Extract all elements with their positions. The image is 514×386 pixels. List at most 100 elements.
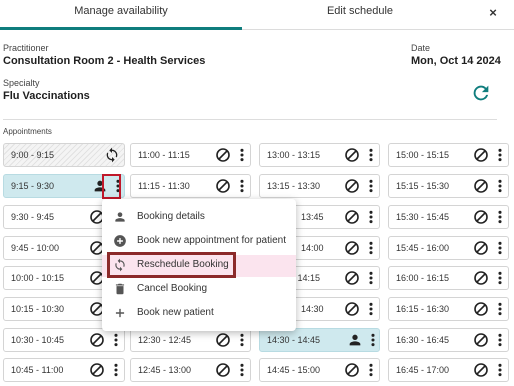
more-options-icon[interactable] — [492, 178, 508, 194]
block-slot-icon[interactable] — [215, 332, 231, 348]
time-slot[interactable]: 11:00 - 11:15 — [130, 143, 251, 167]
more-options-icon[interactable] — [492, 332, 508, 348]
time-slot[interactable]: 10:30 - 10:45 — [3, 328, 125, 352]
slot-time-label: 9:45 - 10:00 — [11, 243, 60, 253]
time-slot[interactable]: 12:45 - 13:00 — [130, 358, 251, 382]
slot-time-label: 14:00 — [301, 243, 324, 253]
time-slot[interactable]: 15:00 - 15:15 — [388, 143, 509, 167]
time-slot[interactable]: 16:30 - 16:45 — [388, 328, 509, 352]
more-options-icon[interactable] — [492, 209, 508, 225]
more-options-icon[interactable] — [363, 178, 379, 194]
block-slot-icon[interactable] — [344, 240, 360, 256]
menu-label-booking-details: Booking details — [137, 211, 205, 222]
close-button[interactable]: × — [482, 3, 504, 23]
slot-time-label: 14:45 - 15:00 — [267, 365, 321, 375]
practitioner-value: Consultation Room 2 - Health Services — [3, 55, 206, 67]
time-slot[interactable]: 9:00 - 9:15 — [3, 143, 125, 167]
time-slot[interactable]: 10:45 - 11:00 — [3, 358, 125, 382]
more-options-icon[interactable] — [234, 362, 250, 378]
slot-time-label: 9:00 - 9:15 — [11, 150, 55, 160]
time-slot[interactable]: 16:15 - 16:30 — [388, 297, 509, 321]
block-slot-icon[interactable] — [473, 209, 489, 225]
reschedule-slot-icon[interactable] — [104, 147, 120, 163]
time-slot[interactable]: 11:15 - 11:30 — [130, 174, 251, 198]
block-slot-icon[interactable] — [473, 147, 489, 163]
slot-time-label: 9:15 - 9:30 — [11, 181, 55, 191]
more-options-icon[interactable] — [492, 362, 508, 378]
section-divider — [3, 119, 497, 120]
menu-item-book-new-appointment[interactable]: Book new appointment for patient — [102, 231, 296, 253]
more-options-icon[interactable] — [108, 362, 124, 378]
slot-time-label: 12:30 - 12:45 — [138, 335, 192, 345]
more-options-icon[interactable] — [234, 147, 250, 163]
time-slot[interactable]: 14:45 - 15:00 — [259, 358, 380, 382]
annotation-highlight-reschedule — [107, 252, 236, 278]
slot-time-label: 10:45 - 11:00 — [11, 365, 64, 375]
menu-item-cancel-booking[interactable]: Cancel Booking — [102, 279, 296, 301]
more-options-icon[interactable] — [492, 270, 508, 286]
specialty-label: Specialty — [3, 78, 40, 88]
time-slot[interactable]: 13:15 - 13:30 — [259, 174, 380, 198]
slot-time-label: 10:00 - 10:15 — [11, 273, 65, 283]
time-slot[interactable]: 15:30 - 15:45 — [388, 205, 509, 229]
block-slot-icon[interactable] — [344, 178, 360, 194]
block-slot-icon[interactable] — [215, 178, 231, 194]
time-slot[interactable]: 16:00 - 16:15 — [388, 266, 509, 290]
more-options-icon[interactable] — [365, 332, 381, 348]
time-slot[interactable]: 12:30 - 12:45 — [130, 328, 251, 352]
slot-time-label: 11:00 - 11:15 — [138, 150, 190, 160]
time-slot[interactable]: 13:00 - 13:15 — [259, 143, 380, 167]
time-slot[interactable]: 14:30 - 14:45 — [259, 328, 380, 352]
block-slot-icon[interactable] — [344, 147, 360, 163]
more-options-icon[interactable] — [492, 240, 508, 256]
block-slot-icon[interactable] — [344, 270, 360, 286]
annotation-highlight-more — [102, 174, 121, 199]
slot-time-label: 13:15 - 13:30 — [267, 181, 321, 191]
block-slot-icon[interactable] — [344, 362, 360, 378]
block-slot-icon[interactable] — [344, 209, 360, 225]
more-options-icon[interactable] — [363, 270, 379, 286]
appointments-label: Appointments — [3, 127, 52, 136]
menu-item-booking-details[interactable]: Booking details — [102, 207, 296, 229]
block-slot-icon[interactable] — [215, 362, 231, 378]
block-slot-icon[interactable] — [473, 301, 489, 317]
patient-icon[interactable] — [347, 332, 363, 348]
block-slot-icon[interactable] — [473, 270, 489, 286]
slot-time-label: 9:30 - 9:45 — [11, 212, 55, 222]
trash-icon — [115, 283, 125, 295]
more-options-icon[interactable] — [363, 147, 379, 163]
block-slot-icon[interactable] — [473, 240, 489, 256]
more-options-icon[interactable] — [234, 178, 250, 194]
slot-time-label: 15:15 - 15:30 — [396, 181, 450, 191]
more-options-icon[interactable] — [363, 240, 379, 256]
person-icon — [115, 212, 125, 222]
more-options-icon[interactable] — [363, 362, 379, 378]
add-circle-icon — [114, 235, 126, 247]
tab-bar: Manage availability Edit schedule × — [0, 0, 514, 30]
more-options-icon[interactable] — [234, 332, 250, 348]
time-slot[interactable]: 15:45 - 16:00 — [388, 236, 509, 260]
more-options-icon[interactable] — [363, 209, 379, 225]
slot-time-label: 16:45 - 17:00 — [396, 365, 450, 375]
time-slot[interactable]: 16:45 - 17:00 — [388, 358, 509, 382]
time-slot[interactable]: 15:15 - 15:30 — [388, 174, 509, 198]
more-options-icon[interactable] — [363, 301, 379, 317]
tab-edit-schedule[interactable]: Edit schedule — [242, 0, 478, 30]
block-slot-icon[interactable] — [473, 332, 489, 348]
block-slot-icon[interactable] — [473, 178, 489, 194]
more-options-icon[interactable] — [492, 147, 508, 163]
active-tab-indicator — [0, 27, 242, 30]
more-options-icon[interactable] — [492, 301, 508, 317]
menu-item-book-new-patient[interactable]: Book new patient — [102, 303, 296, 325]
block-slot-icon[interactable] — [473, 362, 489, 378]
block-slot-icon[interactable] — [215, 147, 231, 163]
slot-time-label: 13:00 - 13:15 — [267, 150, 321, 160]
refresh-icon[interactable] — [470, 82, 492, 104]
more-options-icon[interactable] — [108, 332, 124, 348]
block-slot-icon[interactable] — [89, 332, 105, 348]
tab-manage-availability[interactable]: Manage availability — [0, 0, 242, 30]
block-slot-icon[interactable] — [344, 301, 360, 317]
block-slot-icon[interactable] — [89, 362, 105, 378]
slot-time-label: 13:45 — [301, 212, 324, 222]
specialty-value: Flu Vaccinations — [3, 90, 90, 102]
